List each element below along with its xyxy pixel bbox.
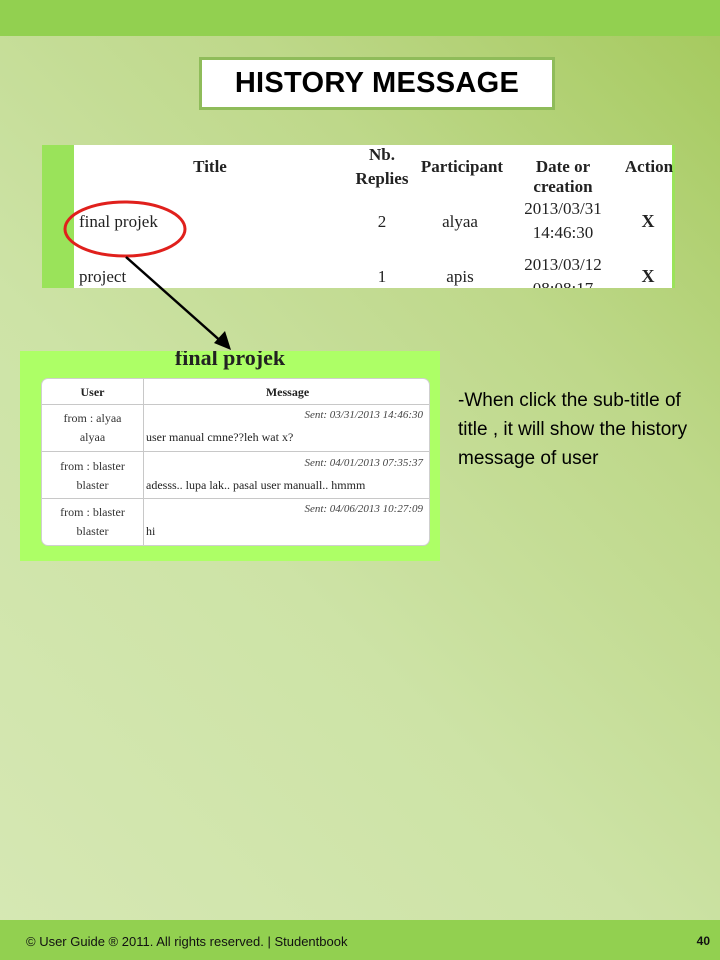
row-time: 14:46:30 [532, 223, 594, 242]
row-participant: apis [446, 267, 474, 286]
sender-name: blaster [76, 478, 109, 492]
sent-timestamp: Sent: 04/06/2013 10:27:09 [304, 503, 423, 515]
sender-from: from : blaster [60, 505, 125, 519]
message-text: hi [146, 524, 156, 538]
history-table-screenshot: Title Nb. Replies Participant Date or cr… [42, 145, 675, 288]
thread-title: final projek [174, 351, 286, 370]
page-number: 40 [696, 934, 710, 948]
row-replies: 1 [377, 267, 387, 286]
column-divider [143, 405, 144, 451]
page-title-box: HISTORY MESSAGE [199, 57, 555, 110]
top-banner [0, 0, 720, 36]
message-text: user manual cmne??leh wat x? [146, 430, 294, 444]
row-date: 2013/03/12 [524, 255, 602, 274]
message-table: User Message from : alyaa alyaa Sent: 03… [41, 378, 430, 546]
message-thread-screenshot: final projek User Message from : alyaa a… [20, 351, 440, 561]
message-row: from : alyaa alyaa Sent: 03/31/2013 14:4… [42, 405, 429, 452]
column-header-title: Title [193, 157, 227, 176]
row-participant: alyaa [442, 212, 478, 231]
sender-name: blaster [76, 524, 109, 538]
delete-button[interactable]: X [638, 266, 658, 287]
row-time: 08:08:17 [516, 279, 610, 288]
row-replies: 2 [377, 212, 387, 231]
table-left-strip [42, 145, 74, 288]
table-header-row: User Message [42, 379, 429, 405]
row-title-link[interactable]: project [79, 267, 126, 287]
column-header-message: Message [265, 385, 310, 399]
delete-button[interactable]: X [638, 211, 658, 232]
column-header-replies-line2: Replies [355, 169, 409, 188]
column-header-user: User [80, 385, 105, 399]
footer-copyright: © User Guide ® 2011. All rights reserved… [26, 934, 348, 949]
arrow-head-icon [214, 331, 231, 350]
message-text: adesss.. lupa lak.. pasal user manuall..… [146, 478, 366, 492]
message-row: from : blaster blaster Sent: 04/01/2013 … [42, 452, 429, 499]
message-row: from : blaster blaster Sent: 04/06/2013 … [42, 499, 429, 545]
column-header-date: Date or creation [533, 157, 593, 196]
column-header-participant: Participant [420, 157, 504, 176]
sender-from: from : blaster [60, 459, 125, 473]
sender-from: from : alyaa [63, 411, 122, 425]
sent-timestamp: Sent: 04/01/2013 07:35:37 [304, 457, 423, 469]
row-date: 2013/03/31 [524, 199, 602, 218]
sender-name: alyaa [79, 430, 106, 444]
row-title-link[interactable]: final projek [79, 212, 158, 232]
column-divider [143, 499, 144, 545]
sent-timestamp: Sent: 03/31/2013 14:46:30 [304, 409, 423, 421]
page-title: HISTORY MESSAGE [234, 67, 520, 99]
column-header-action: Action [624, 157, 674, 176]
explanation-note: -When click the sub-title of title , it … [458, 390, 688, 469]
column-divider [143, 452, 144, 498]
column-header-replies-line1: Nb. [369, 145, 395, 164]
